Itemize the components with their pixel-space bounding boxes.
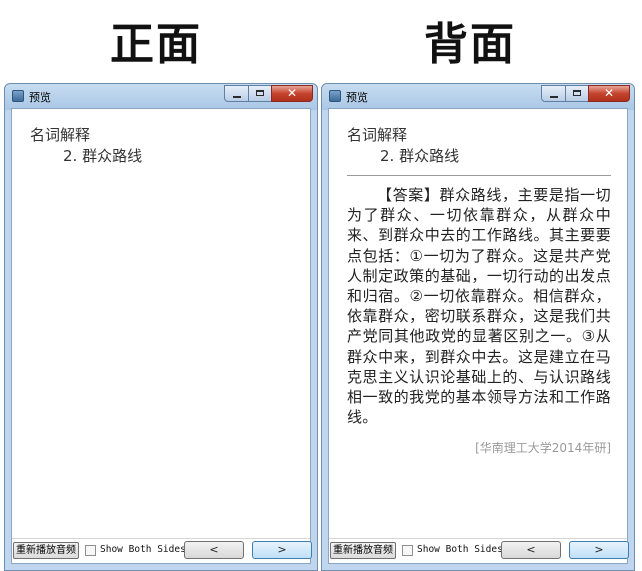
source-note: [华南理工大学2014年研] — [475, 441, 611, 456]
minimize-icon — [233, 96, 241, 98]
next-button[interactable]: > — [252, 541, 312, 559]
next-button[interactable]: > — [569, 541, 629, 559]
card-back: 名词解释 2. 群众路线 【答案】群众路线，主要是指一切为了群众、一切依靠群众，… — [347, 125, 611, 456]
bottom-toolbar: 重新播放音频 Show Both Sides < > — [329, 538, 629, 563]
minimize-button[interactable] — [224, 85, 249, 102]
card-heading: 名词解释 — [347, 126, 408, 144]
card-item: 2. 群众路线 — [380, 147, 460, 165]
front-label: 正面 — [110, 19, 202, 70]
app-icon — [329, 90, 341, 102]
maximize-button[interactable] — [565, 85, 589, 102]
answer-divider — [347, 175, 611, 176]
minimize-button[interactable] — [541, 85, 566, 102]
replay-audio-button[interactable]: 重新播放音频 — [330, 542, 396, 559]
preview-window-back: 预览 ✕ 名词解释 2. 群众路线 【答案】群众路线，主要是指一切为了群众、一切… — [321, 83, 635, 571]
bottom-toolbar: 重新播放音频 Show Both Sides < > — [12, 538, 312, 563]
prev-button[interactable]: < — [184, 541, 244, 559]
card-view: 名词解释 2. 群众路线 重新播放音频 Show Both Sides < > — [11, 108, 312, 564]
show-both-sides-label[interactable]: Show Both Sides — [417, 544, 503, 555]
app-icon — [12, 90, 24, 102]
prev-button[interactable]: < — [501, 541, 561, 559]
answer-text: 【答案】群众路线，主要是指一切为了群众、一切依靠群众，从群众中来、到群众中去的工… — [347, 186, 611, 427]
show-both-sides-label[interactable]: Show Both Sides — [100, 544, 186, 555]
close-icon: ✕ — [286, 86, 298, 100]
show-both-sides-checkbox[interactable] — [402, 545, 413, 556]
title-bar[interactable]: 预览 ✕ — [5, 84, 317, 108]
card-item: 2. 群众路线 — [63, 147, 143, 165]
back-label: 背面 — [424, 19, 516, 70]
window-title: 预览 — [29, 91, 51, 104]
window-title: 预览 — [346, 91, 368, 104]
minimize-icon — [550, 96, 558, 98]
card-heading: 名词解释 — [30, 126, 91, 144]
card-front: 名词解释 2. 群众路线 — [30, 125, 294, 167]
replay-audio-button[interactable]: 重新播放音频 — [13, 542, 79, 559]
close-button[interactable]: ✕ — [588, 85, 630, 102]
maximize-button[interactable] — [248, 85, 272, 102]
maximize-icon — [573, 90, 581, 96]
card-view: 名词解释 2. 群众路线 【答案】群众路线，主要是指一切为了群众、一切依靠群众，… — [328, 108, 629, 564]
title-bar[interactable]: 预览 ✕ — [322, 84, 634, 108]
close-button[interactable]: ✕ — [271, 85, 313, 102]
show-both-sides-checkbox[interactable] — [85, 545, 96, 556]
maximize-icon — [256, 90, 264, 96]
preview-window-front: 预览 ✕ 名词解释 2. 群众路线 重新播放音频 Show Both Sides… — [4, 83, 318, 571]
close-icon: ✕ — [603, 86, 615, 100]
